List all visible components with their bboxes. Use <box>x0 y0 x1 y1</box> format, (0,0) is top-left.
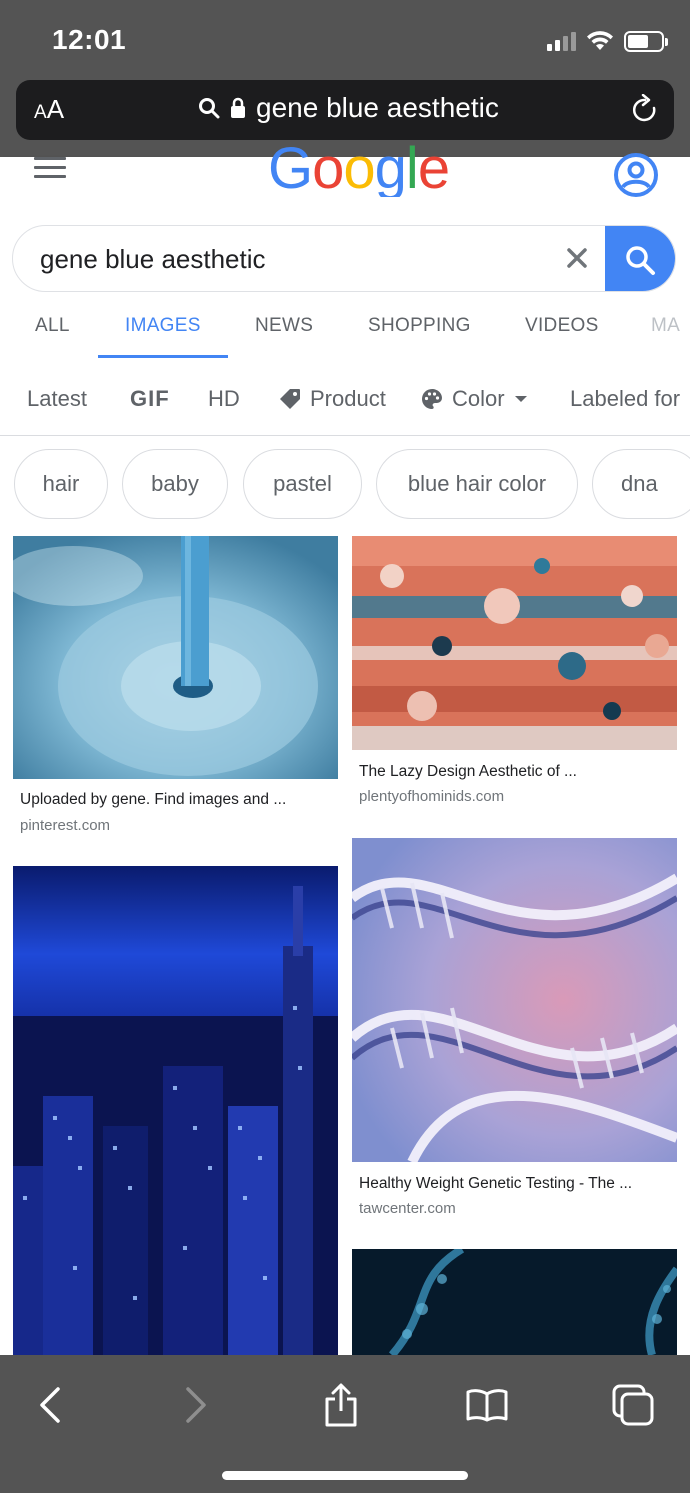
google-header: Google gene blue aesthetic ALL IMAGES NE… <box>0 136 690 359</box>
reload-button[interactable] <box>630 93 660 131</box>
clear-search-button[interactable] <box>559 240 595 276</box>
chevron-left-icon <box>40 1387 60 1423</box>
back-button[interactable] <box>20 1377 80 1433</box>
palette-icon <box>422 389 442 409</box>
safari-top-bar: 12:01 AA gene blue aesthetic <box>0 0 690 157</box>
cellular-signal-icon <box>547 31 576 51</box>
result-image-blue-city[interactable] <box>13 866 338 1355</box>
tab-maps[interactable]: MA <box>651 315 690 337</box>
filter-product[interactable]: Product <box>278 386 386 412</box>
result-domain[interactable]: tawcenter.com <box>359 1200 456 1217</box>
share-button[interactable] <box>311 1377 371 1433</box>
account-icon[interactable] <box>612 151 660 204</box>
search-box[interactable]: gene blue aesthetic <box>12 225 676 292</box>
address-bar[interactable]: AA gene blue aesthetic <box>16 80 674 140</box>
chip-baby[interactable]: baby <box>122 449 228 519</box>
filter-gif[interactable]: GIF <box>130 386 170 412</box>
search-icon <box>626 245 655 275</box>
lock-icon <box>231 97 245 118</box>
reload-icon <box>632 93 656 122</box>
tab-shopping[interactable]: SHOPPING <box>368 315 471 337</box>
tab-images[interactable]: IMAGES <box>125 315 201 337</box>
filter-color-label: Color <box>452 386 505 411</box>
result-caption[interactable]: The Lazy Design Aesthetic of ... <box>359 763 577 781</box>
chip-hair[interactable]: hair <box>14 449 108 519</box>
search-button[interactable] <box>605 226 675 291</box>
result-image-blue-drink[interactable] <box>13 536 338 779</box>
result-image-dna[interactable] <box>352 838 677 1162</box>
safari-toolbar <box>0 1355 690 1493</box>
tag-icon <box>280 389 300 409</box>
forward-button[interactable] <box>166 1377 226 1433</box>
tab-all[interactable]: ALL <box>35 315 70 337</box>
active-tab-indicator <box>98 355 228 358</box>
image-filter-bar: Latest GIF HD Product Color Labeled for <box>0 359 690 436</box>
tabs-icon <box>612 1384 654 1426</box>
result-domain[interactable]: pinterest.com <box>20 817 110 834</box>
battery-icon <box>624 30 668 52</box>
result-caption[interactable]: Uploaded by gene. Find images and ... <box>20 791 286 809</box>
caret-down-icon <box>514 396 527 402</box>
result-domain[interactable]: plentyofhominids.com <box>359 788 504 805</box>
wifi-icon <box>587 31 613 50</box>
text-size-small-label: A <box>34 102 47 123</box>
search-input[interactable]: gene blue aesthetic <box>40 244 266 275</box>
filter-usage-rights[interactable]: Labeled for <box>570 386 690 412</box>
chip-pastel[interactable]: pastel <box>243 449 362 519</box>
result-image-dark-dna[interactable] <box>352 1249 677 1355</box>
filter-latest[interactable]: Latest <box>27 386 87 412</box>
close-icon <box>567 248 587 268</box>
result-image-fluid-paint[interactable] <box>352 536 677 750</box>
tab-videos[interactable]: VIDEOS <box>525 315 599 337</box>
home-indicator <box>222 1471 468 1480</box>
chip-dna[interactable]: dna <box>592 449 690 519</box>
google-logo[interactable]: Google <box>268 135 449 197</box>
filter-product-label: Product <box>310 386 386 411</box>
chevron-right-icon <box>186 1387 206 1423</box>
text-size-large-label: A <box>46 94 65 124</box>
status-time: 12:01 <box>52 24 127 55</box>
menu-icon[interactable] <box>34 157 66 184</box>
url-display[interactable]: gene blue aesthetic <box>198 92 499 124</box>
search-icon <box>199 98 220 119</box>
bookmarks-button[interactable] <box>457 1377 517 1433</box>
chip-blue-hair-color[interactable]: blue hair color <box>376 449 578 519</box>
tab-news[interactable]: NEWS <box>255 315 313 337</box>
result-caption[interactable]: Healthy Weight Genetic Testing - The ... <box>359 1175 632 1193</box>
share-icon <box>325 1383 357 1427</box>
tabs-button[interactable] <box>603 1377 663 1433</box>
search-tabs: ALL IMAGES NEWS SHOPPING VIDEOS MA <box>0 315 690 359</box>
filter-hd[interactable]: HD <box>208 386 240 412</box>
status-icons <box>547 30 668 52</box>
filter-color[interactable]: Color <box>420 386 529 412</box>
text-size-button[interactable]: AA <box>34 94 64 125</box>
url-text: gene blue aesthetic <box>256 92 499 123</box>
book-icon <box>466 1389 508 1422</box>
